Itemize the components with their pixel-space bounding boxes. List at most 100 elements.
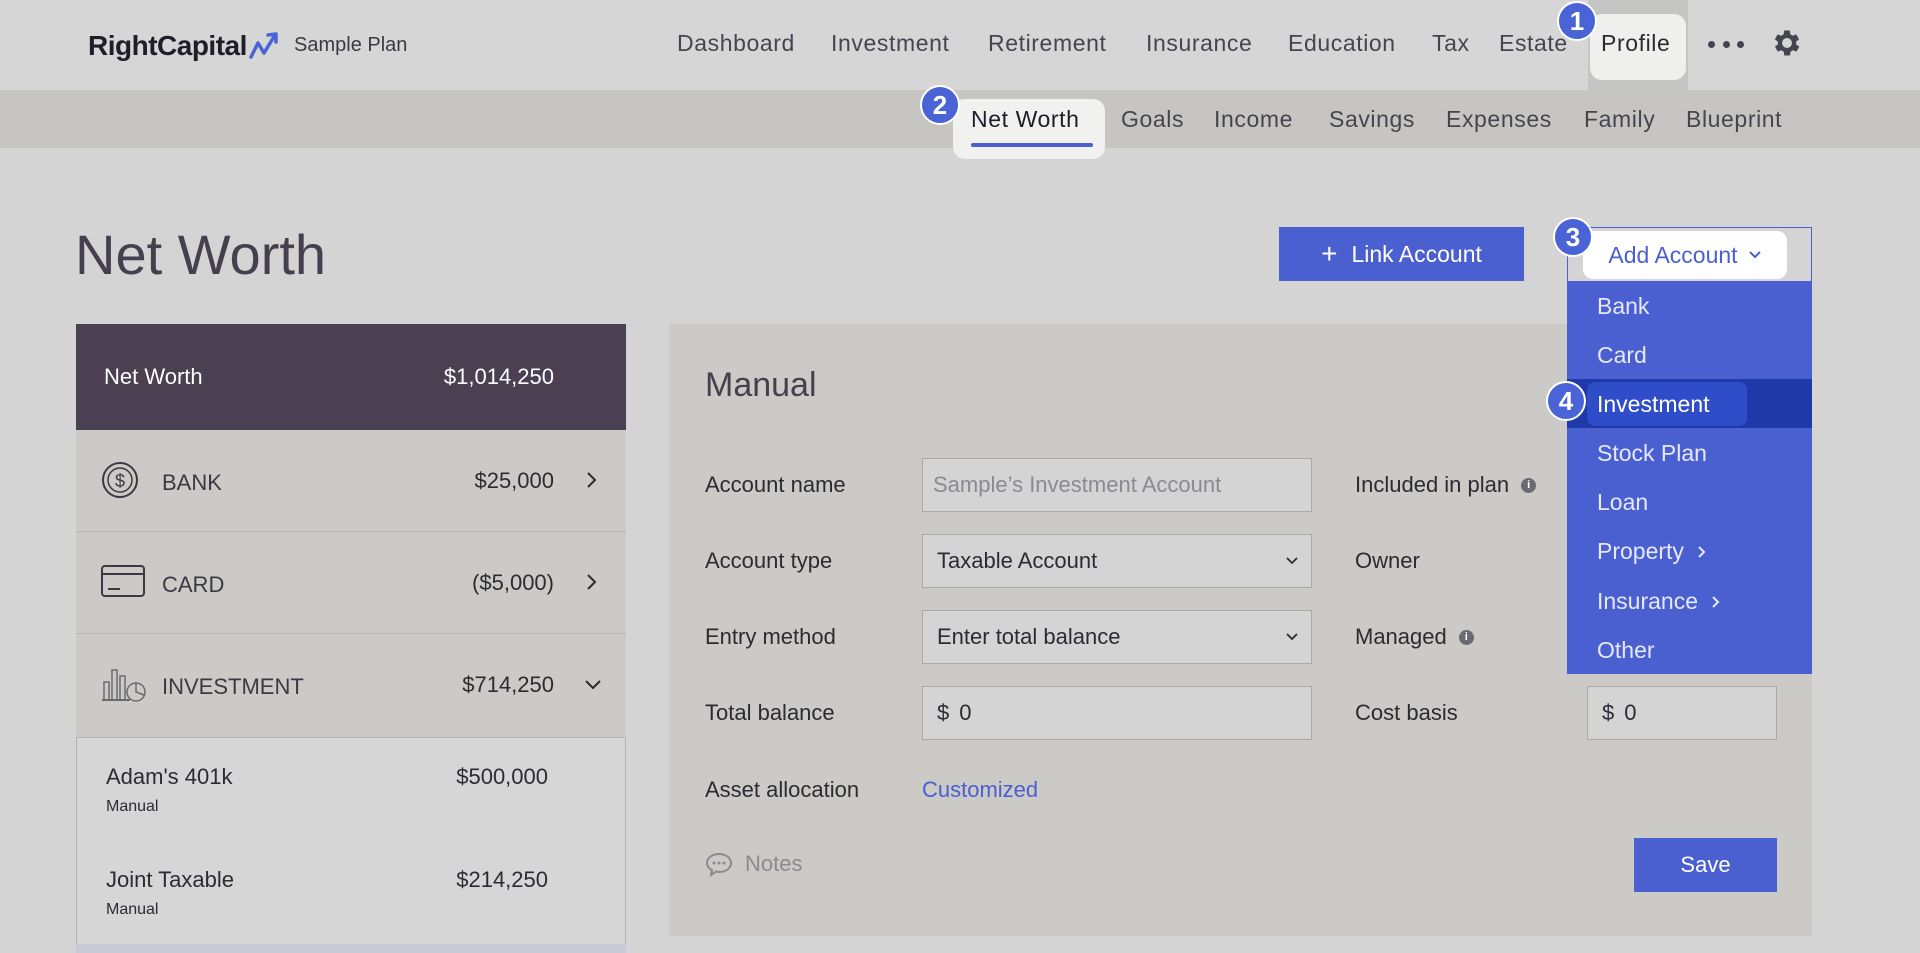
step-badge: 3 — [1553, 217, 1593, 257]
account-type-value: Taxable Account — [937, 548, 1098, 573]
brand-logo[interactable]: RightCapital — [88, 30, 281, 62]
chevron-right-icon — [1698, 545, 1706, 558]
managed-label-text: Managed — [1355, 624, 1447, 649]
info-icon[interactable]: i — [1458, 629, 1474, 645]
total-balance-field[interactable]: $ 0 — [922, 686, 1312, 740]
currency-symbol: $ — [1602, 700, 1615, 725]
currency-symbol: $ — [937, 700, 950, 725]
add-account-button[interactable]: Add Account — [1583, 231, 1787, 279]
tab-expenses[interactable]: Expenses — [1446, 106, 1552, 133]
notes-label: Notes — [745, 851, 803, 876]
menu-item-investment[interactable]: Investment — [1597, 391, 1710, 418]
nav-dashboard[interactable]: Dashboard — [677, 30, 795, 57]
account-type: Manual — [106, 798, 159, 815]
list-item[interactable]: Adam's 401k Manual $500,000 — [106, 764, 606, 816]
chevron-right-icon — [587, 472, 597, 488]
logo-arrow-icon — [249, 32, 278, 59]
speech-bubble-icon — [705, 852, 733, 877]
entry-method-label: Entry method — [705, 624, 836, 649]
menu-item-insurance[interactable]: Insurance — [1597, 588, 1726, 615]
net-worth-label: Net Worth — [104, 364, 203, 389]
nav-estate[interactable]: Estate — [1499, 30, 1568, 57]
nav-insurance[interactable]: Insurance — [1146, 30, 1252, 57]
nav-retirement[interactable]: Retirement — [988, 30, 1106, 57]
nav-profile[interactable]: Profile — [1601, 30, 1670, 57]
tab-family[interactable]: Family — [1584, 106, 1655, 133]
category-label: CARD — [162, 572, 225, 597]
notes-button[interactable]: Notes — [705, 851, 802, 877]
dollar-coin-icon: $ — [102, 462, 138, 498]
step-badge: 4 — [1546, 381, 1586, 421]
menu-item-bank[interactable]: Bank — [1597, 293, 1649, 320]
svg-text:$: $ — [115, 471, 125, 491]
entry-method-value: Enter total balance — [937, 624, 1121, 649]
chevron-right-icon — [587, 574, 597, 590]
menu-item-card[interactable]: Card — [1597, 342, 1647, 369]
category-card[interactable]: CARD ($5,000) — [76, 532, 626, 634]
list-item[interactable]: Joint Taxable Manual $214,250 — [106, 867, 606, 919]
cost-basis-field[interactable]: $ 0 — [1587, 686, 1777, 740]
category-value: ($5,000) — [472, 570, 554, 595]
category-value: $714,250 — [462, 672, 554, 697]
asset-allocation-label: Asset allocation — [705, 777, 860, 802]
owner-label: Owner — [1355, 548, 1420, 573]
menu-item-stock-plan[interactable]: Stock Plan — [1597, 440, 1707, 467]
category-label: BANK — [162, 470, 222, 495]
entry-method-select[interactable]: Enter total balance — [922, 610, 1312, 664]
tab-blueprint[interactable]: Blueprint — [1686, 106, 1782, 133]
info-icon[interactable]: i — [1521, 477, 1537, 493]
plan-name: Sample Plan — [294, 34, 408, 56]
nav-education[interactable]: Education — [1288, 30, 1396, 57]
account-value: $214,250 — [456, 867, 548, 892]
included-in-plan-label: Included in plan i — [1355, 472, 1537, 498]
tab-savings[interactable]: Savings — [1329, 106, 1415, 133]
link-account-label: Link Account — [1351, 240, 1482, 267]
credit-card-icon — [101, 565, 145, 597]
category-label: INVESTMENT — [162, 674, 304, 699]
investment-chart-icon — [102, 669, 146, 702]
chevron-down-icon — [585, 680, 601, 690]
chevron-down-icon — [1286, 557, 1298, 565]
chevron-down-icon — [1748, 251, 1761, 259]
menu-item-loan[interactable]: Loan — [1597, 489, 1648, 516]
step-badge: 1 — [1557, 1, 1597, 41]
tab-goals[interactable]: Goals — [1121, 106, 1184, 133]
gear-icon[interactable] — [1770, 26, 1804, 60]
menu-item-label: Insurance — [1597, 588, 1699, 614]
menu-item-other[interactable]: Other — [1597, 637, 1655, 664]
save-button[interactable]: Save — [1634, 838, 1777, 892]
category-investment[interactable]: INVESTMENT $714,250 — [76, 634, 626, 738]
chevron-down-icon — [1286, 633, 1298, 641]
add-account-menu: Bank Card Investment Stock Plan Loan Pro… — [1567, 281, 1812, 674]
tab-income[interactable]: Income — [1214, 106, 1293, 133]
account-name-field[interactable]: Sample’s Investment Account — [922, 458, 1312, 512]
account-name-label: Account name — [705, 472, 846, 497]
brand-name: RightCapital — [88, 30, 247, 61]
account-type: Manual — [106, 901, 159, 918]
nav-tax[interactable]: Tax — [1432, 30, 1470, 57]
step-badge: 2 — [920, 85, 960, 125]
menu-item-property[interactable]: Property — [1597, 538, 1712, 565]
cost-basis-value: 0 — [1624, 700, 1637, 725]
account-type-select[interactable]: Taxable Account — [922, 534, 1312, 588]
nav-investment[interactable]: Investment — [831, 30, 950, 57]
add-account-label: Add Account — [1608, 241, 1738, 268]
more-icon[interactable] — [1708, 30, 1744, 58]
total-balance-label: Total balance — [705, 700, 835, 725]
total-balance-value: 0 — [959, 700, 972, 725]
asset-allocation-link[interactable]: Customized — [922, 777, 1038, 803]
menu-item-label: Property — [1597, 538, 1684, 564]
active-tab-underline — [971, 143, 1093, 147]
managed-label: Managed i — [1355, 624, 1474, 650]
list-item-partial[interactable] — [76, 944, 626, 953]
plus-icon: + — [1321, 238, 1338, 269]
net-worth-summary: Net Worth $1,014,250 — [76, 324, 626, 430]
tab-net-worth[interactable]: Net Worth — [971, 106, 1080, 133]
link-account-button[interactable]: + Link Account — [1279, 227, 1524, 281]
account-value: $500,000 — [456, 764, 548, 789]
included-label-text: Included in plan — [1355, 472, 1510, 497]
category-bank[interactable]: $ BANK $25,000 — [76, 430, 626, 532]
chevron-right-icon — [1712, 595, 1720, 608]
form-title: Manual — [705, 366, 817, 404]
category-value: $25,000 — [474, 468, 554, 493]
